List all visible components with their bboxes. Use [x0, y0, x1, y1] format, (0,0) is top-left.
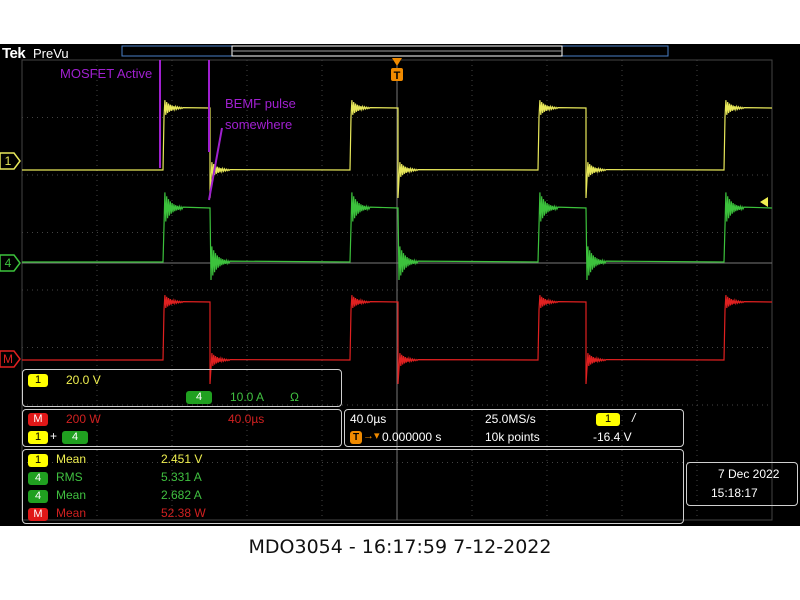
math-operator: + — [50, 429, 58, 443]
measurement-source-badge: 1 — [28, 454, 48, 467]
trigger-level: -16.4 V — [593, 430, 632, 444]
bemf-annotation-line-1: BEMF pulse — [225, 96, 296, 111]
trigger-level-marker[interactable] — [760, 197, 768, 207]
horizontal-scale: 40.0µs — [350, 412, 387, 426]
bemf-annotation-line-diagonal — [208, 127, 223, 201]
screenshot-caption: MDO3054 - 16:17:59 7-12-2022 — [248, 536, 552, 558]
svg-text:M: M — [3, 352, 13, 366]
record-length: 10k points — [485, 430, 540, 444]
ch4-ground-marker[interactable]: 4 — [0, 254, 21, 272]
measurements-box[interactable] — [22, 449, 684, 524]
svg-text:T: T — [394, 70, 401, 82]
measurement-name: Mean — [56, 488, 87, 502]
math-badge[interactable]: M — [28, 413, 48, 426]
measurement-value: 52.38 W — [161, 506, 206, 520]
math-scale: 200 W — [66, 412, 101, 426]
time-display: 15:18:17 — [711, 486, 758, 500]
ch1-scale: 20.0 V — [66, 373, 101, 387]
ch4-termination: Ω — [290, 390, 299, 404]
mosfet-annotation: MOSFET Active — [60, 66, 152, 81]
svg-text:4: 4 — [5, 256, 12, 270]
math-source-b: 4 — [62, 431, 88, 444]
trigger-source-badge[interactable]: 1 — [596, 413, 620, 426]
measurement-value: 5.331 A — [161, 470, 202, 484]
measurement-value: 2.682 A — [161, 488, 202, 502]
trigger-position-icon: T — [350, 431, 362, 444]
measurement-source-badge: M — [28, 508, 48, 521]
trigger-position: 0.000000 s — [382, 430, 442, 444]
trigger-position-marker[interactable]: T — [391, 58, 403, 82]
trigger-slope-icon: / — [632, 411, 636, 425]
measurement-name: Mean — [56, 506, 87, 520]
measurement-name: RMS — [56, 470, 83, 484]
measurement-source-badge: 4 — [28, 490, 48, 503]
math-ground-marker[interactable]: M — [0, 350, 21, 368]
sample-rate: 25.0MS/s — [485, 412, 536, 426]
measurement-source-badge: 4 — [28, 472, 48, 485]
ch1-ground-marker[interactable]: 1 — [0, 152, 21, 170]
bemf-annotation-line-2: somewhere — [225, 117, 292, 132]
svg-text:1: 1 — [5, 154, 12, 168]
ch4-badge[interactable]: 4 — [186, 391, 212, 404]
measurement-value: 2.451 V — [161, 452, 203, 466]
date-display: 7 Dec 2022 — [718, 467, 780, 481]
math-source-a: 1 — [28, 431, 48, 444]
trigger-position-arrow-icon: →▾ — [363, 430, 380, 442]
ch1-badge[interactable]: 1 — [28, 374, 48, 387]
ch4-scale: 10.0 A — [230, 390, 265, 404]
measurement-name: Mean — [56, 452, 87, 466]
math-timebase: 40.0µs — [228, 412, 265, 426]
